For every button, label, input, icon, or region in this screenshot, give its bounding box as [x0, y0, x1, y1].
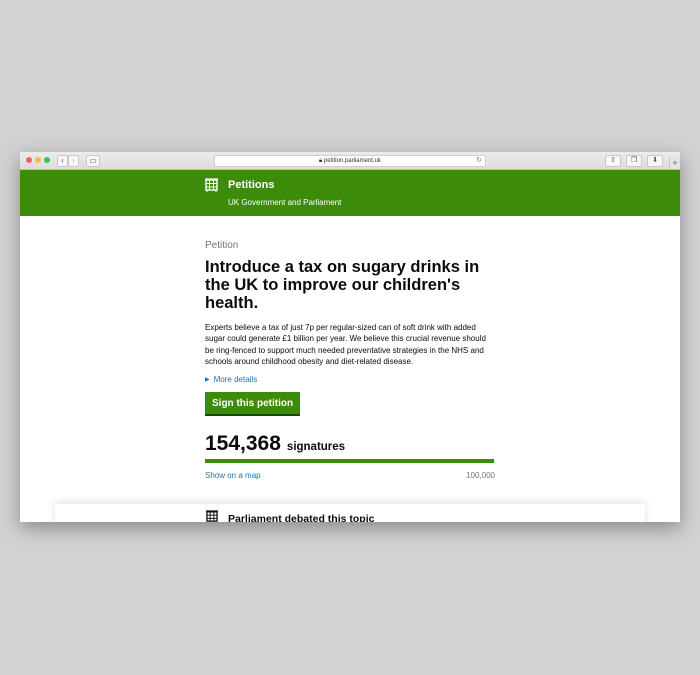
site-header: Petitions UK Government and Parliament [20, 170, 680, 216]
signature-progress-fill [205, 459, 494, 464]
tabs-button[interactable]: ❐ [626, 155, 642, 167]
lock-icon: 🔒︎ [319, 158, 323, 164]
sidebar-icon: ▭ [89, 156, 97, 165]
petition-content: Petition Introduce a tax on sugary drink… [205, 240, 495, 480]
minimize-window-button[interactable] [35, 157, 41, 163]
petition-kicker: Petition [205, 240, 239, 251]
close-window-button[interactable] [26, 157, 32, 163]
share-icon: ⇧ [610, 157, 616, 164]
site-subtitle: UK Government and Parliament [228, 198, 342, 207]
share-button[interactable]: ⇧ [605, 155, 621, 167]
site-title-link[interactable]: Petitions [228, 179, 274, 191]
back-button[interactable]: ‹ [57, 155, 68, 167]
downloads-button[interactable]: ⬇ [647, 155, 663, 167]
signature-count-row: 154,368 signatures [205, 432, 495, 456]
portcullis-icon [206, 510, 218, 522]
show-on-map-link[interactable]: Show on a map [205, 471, 261, 480]
signature-progress-bar [205, 459, 494, 464]
forward-button[interactable]: › [68, 155, 79, 167]
progress-footer: Show on a map 100,000 [205, 471, 495, 480]
petition-title: Introduce a tax on sugary drinks in the … [205, 258, 480, 312]
chevron-right-icon: › [72, 156, 75, 165]
debate-title: Parliament debated this topic [228, 513, 375, 522]
reload-icon[interactable]: ↻ [476, 156, 482, 166]
more-details-label: More details [213, 375, 258, 385]
signature-label: signatures [286, 441, 346, 454]
tabs-icon: ❐ [630, 157, 638, 164]
debate-panel: Parliament debated this topic [55, 504, 645, 522]
url-text: petition.parliament.uk [323, 158, 381, 164]
browser-window: ‹ › ▭ 🔒︎ petition.parliament.uk ↻ ⇧ ❐ ⬇ … [20, 152, 680, 522]
petition-summary: Experts believe a tax of just 7p per reg… [205, 323, 486, 366]
portcullis-icon [205, 178, 218, 192]
signature-target: 100,000 [466, 471, 495, 481]
address-bar[interactable]: 🔒︎ petition.parliament.uk ↻ [214, 155, 486, 167]
triangle-right-icon: ▶ [205, 377, 210, 384]
download-icon: ⬇ [652, 157, 658, 164]
zoom-window-button[interactable] [44, 157, 50, 163]
sidebar-toggle-button[interactable]: ▭ [86, 155, 100, 167]
new-tab-button[interactable]: + [669, 157, 680, 169]
sign-petition-button[interactable]: Sign this petition [205, 392, 301, 417]
browser-toolbar: ‹ › ▭ 🔒︎ petition.parliament.uk ↻ ⇧ ❐ ⬇ … [20, 152, 680, 170]
chevron-left-icon: ‹ [61, 156, 64, 165]
plus-icon: + [672, 158, 678, 168]
more-details-toggle[interactable]: ▶ More details [205, 375, 495, 384]
signature-count: 154,368 [205, 432, 281, 456]
